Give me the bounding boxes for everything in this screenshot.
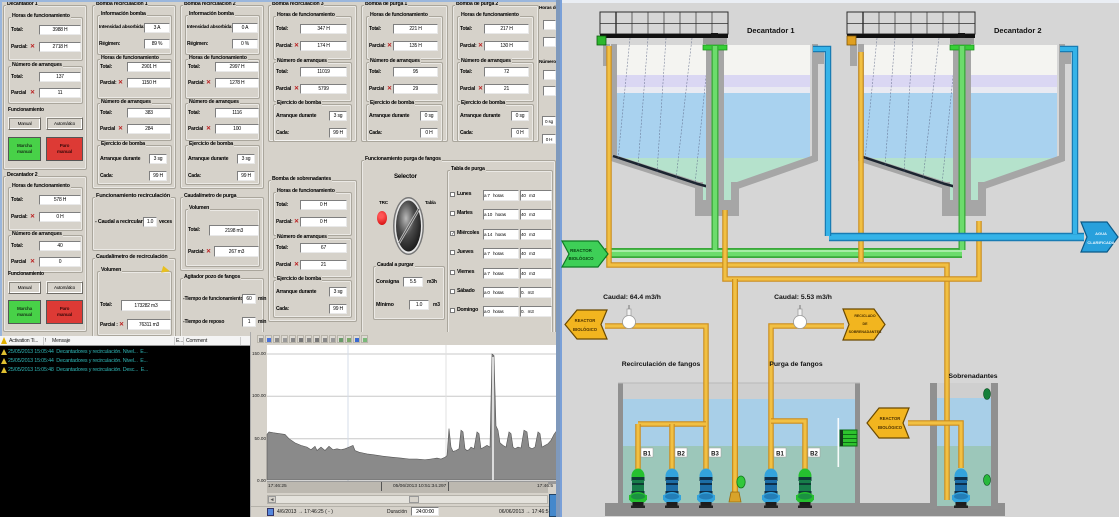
svg-text:REACTOR: REACTOR bbox=[570, 248, 592, 253]
svg-text:Caudal: 5.53 m3/h: Caudal: 5.53 m3/h bbox=[774, 294, 832, 301]
svg-text:Decantador 1: Decantador 1 bbox=[747, 26, 795, 35]
svg-text:B2: B2 bbox=[677, 452, 685, 458]
svg-text:SOBRENADANTES: SOBRENADANTES bbox=[849, 330, 882, 334]
svg-text:B1: B1 bbox=[776, 452, 784, 458]
svg-text:AGUA: AGUA bbox=[1095, 231, 1107, 236]
svg-text:BIOLÓGICO: BIOLÓGICO bbox=[573, 327, 598, 332]
svg-text:CLARIFICADA: CLARIFICADA bbox=[1087, 240, 1114, 245]
svg-text:Caudal: 64.4 m3/h: Caudal: 64.4 m3/h bbox=[603, 294, 661, 301]
svg-text:RECICLADO: RECICLADO bbox=[854, 314, 876, 318]
svg-text:REACTOR: REACTOR bbox=[575, 318, 596, 323]
svg-text:BIOLÓGICO: BIOLÓGICO bbox=[568, 256, 594, 261]
svg-text:Recirculación de fangos: Recirculación de fangos bbox=[622, 361, 701, 368]
svg-text:Decantador 2: Decantador 2 bbox=[994, 26, 1042, 35]
svg-text:B3: B3 bbox=[711, 452, 719, 458]
svg-text:Purga de fangos: Purga de fangos bbox=[769, 361, 822, 368]
svg-text:BIOLÓGICO: BIOLÓGICO bbox=[878, 425, 903, 430]
svg-text:REACTOR: REACTOR bbox=[880, 416, 901, 421]
svg-text:B2: B2 bbox=[810, 452, 818, 458]
svg-text:DE: DE bbox=[863, 322, 869, 326]
svg-text:B1: B1 bbox=[643, 452, 651, 458]
svg-text:Sobrenadantes: Sobrenadantes bbox=[948, 373, 997, 380]
